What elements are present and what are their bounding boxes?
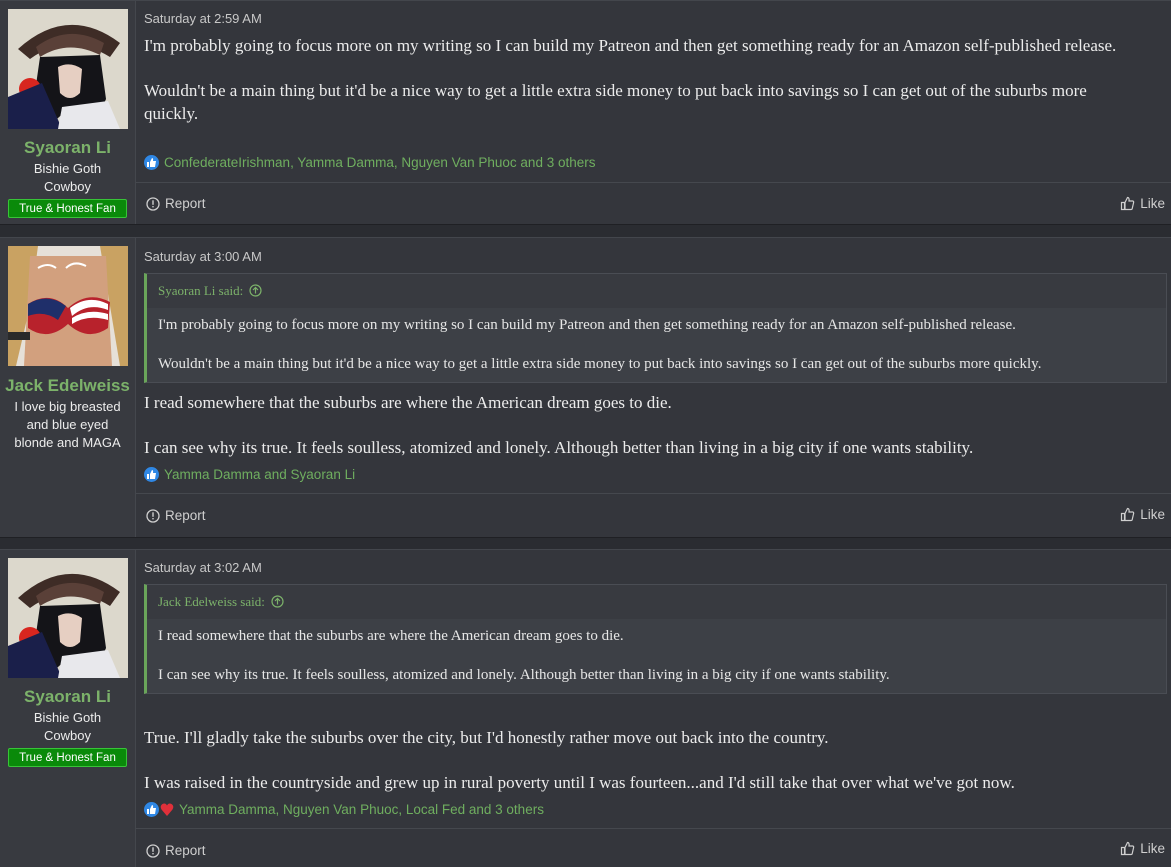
post-date[interactable]: Saturday at 3:00 AM xyxy=(144,249,262,264)
body-paragraph: I was raised in the countryside and grew… xyxy=(144,773,1015,792)
quote-line: I read somewhere that the suburbs are wh… xyxy=(158,628,624,644)
post-1-user-info: Syaoran Li Bishie Goth Cowboy True & Hon… xyxy=(0,1,136,224)
heart-icon xyxy=(160,803,174,816)
post-3-user-info: Syaoran Li Bishie Goth Cowboy True & Hon… xyxy=(0,550,136,867)
report-label: Report xyxy=(165,508,206,523)
divider xyxy=(136,828,1171,829)
user-title-line-2: Cowboy xyxy=(44,179,91,194)
quote-line: I'm probably going to focus more on my w… xyxy=(158,317,1016,333)
arrow-up-circle-icon[interactable] xyxy=(271,595,284,608)
user-title-line-2: and blue eyed xyxy=(26,417,109,432)
thumbs-up-icon xyxy=(144,802,159,817)
post-3-message: Saturday at 3:02 AM Jack Edelweiss said:… xyxy=(136,550,1171,867)
post-body: I read somewhere that the suburbs are wh… xyxy=(144,391,1141,459)
quote-author[interactable]: Jack Edelweiss said: xyxy=(158,594,265,609)
quote-header[interactable]: Jack Edelweiss said: xyxy=(147,585,1166,619)
post-1-message: Saturday at 2:59 AM I'm probably going t… xyxy=(136,1,1171,224)
like-button[interactable]: Like xyxy=(1120,841,1165,856)
user-title-line-2: Cowboy xyxy=(44,728,91,743)
username[interactable]: Syaoran Li xyxy=(0,687,135,707)
quote-block: Jack Edelweiss said: I read somewhere th… xyxy=(144,584,1167,694)
thumbs-up-icon xyxy=(144,467,159,482)
user-title-line-1: Bishie Goth xyxy=(33,710,102,725)
quote-line: I can see why its true. It feels soulles… xyxy=(158,667,890,683)
like-button[interactable]: Like xyxy=(1120,196,1165,211)
like-label: Like xyxy=(1140,507,1165,522)
avatar[interactable] xyxy=(8,9,128,129)
quote-header[interactable]: Syaoran Li said: xyxy=(147,274,1166,308)
like-icon xyxy=(1121,507,1135,522)
like-label: Like xyxy=(1140,841,1165,856)
avatar[interactable] xyxy=(8,558,128,678)
quote-line: Wouldn't be a main thing but it'd be a n… xyxy=(158,356,1042,372)
post-body: True. I'll gladly take the suburbs over … xyxy=(144,726,1141,794)
quote-block: Syaoran Li said: I'm probably going to f… xyxy=(144,273,1167,383)
report-icon xyxy=(146,196,160,211)
post-body: I'm probably going to focus more on my w… xyxy=(144,34,1141,125)
user-title-line-3: blonde and MAGA xyxy=(14,435,121,450)
user-banner: True & Honest Fan xyxy=(8,748,127,767)
username[interactable]: Syaoran Li xyxy=(0,138,135,158)
reactions-bar[interactable]: Yamma Damma and Syaoran Li xyxy=(144,467,355,482)
report-icon xyxy=(146,508,160,523)
divider xyxy=(136,182,1171,183)
post-2: Jack Edelweiss I love big breasted and b… xyxy=(0,237,1171,538)
post-2-message: Saturday at 3:00 AM Syaoran Li said: I'm… xyxy=(136,238,1171,537)
report-button[interactable]: Report xyxy=(146,843,206,858)
thumbs-up-icon xyxy=(144,155,159,170)
report-icon xyxy=(146,843,160,858)
reactions-list[interactable]: ConfederateIrishman, Yamma Damma, Nguyen… xyxy=(164,155,595,170)
user-banner: True & Honest Fan xyxy=(8,199,127,218)
quote-content: I'm probably going to focus more on my w… xyxy=(147,308,1166,392)
quote-content: I read somewhere that the suburbs are wh… xyxy=(147,619,1166,703)
post-date[interactable]: Saturday at 3:02 AM xyxy=(144,560,262,575)
like-label: Like xyxy=(1140,196,1165,211)
username[interactable]: Jack Edelweiss xyxy=(0,376,135,396)
quote-author[interactable]: Syaoran Li said: xyxy=(158,283,243,298)
like-button[interactable]: Like xyxy=(1120,507,1165,522)
body-paragraph: True. I'll gladly take the suburbs over … xyxy=(144,728,829,747)
reactions-bar[interactable]: ConfederateIrishman, Yamma Damma, Nguyen… xyxy=(144,155,595,170)
body-paragraph: I can see why its true. It feels soulles… xyxy=(144,438,974,457)
user-title-line-1: I love big breasted xyxy=(14,399,121,414)
user-title-line-1: Bishie Goth xyxy=(33,161,102,176)
report-label: Report xyxy=(165,843,206,858)
like-icon xyxy=(1121,841,1135,856)
body-paragraph: Wouldn't be a main thing but it'd be a n… xyxy=(144,81,1087,123)
report-button[interactable]: Report xyxy=(146,508,206,523)
reactions-list[interactable]: Yamma Damma and Syaoran Li xyxy=(164,467,355,482)
reactions-bar[interactable]: Yamma Damma, Nguyen Van Phuoc, Local Fed… xyxy=(144,802,544,817)
post-3: Syaoran Li Bishie Goth Cowboy True & Hon… xyxy=(0,549,1171,867)
report-button[interactable]: Report xyxy=(146,196,206,211)
body-paragraph: I'm probably going to focus more on my w… xyxy=(144,36,1117,55)
like-icon xyxy=(1121,196,1135,211)
arrow-up-circle-icon[interactable] xyxy=(249,284,263,297)
reactions-list[interactable]: Yamma Damma, Nguyen Van Phuoc, Local Fed… xyxy=(179,802,544,817)
divider xyxy=(136,493,1171,494)
post-date[interactable]: Saturday at 2:59 AM xyxy=(144,11,262,26)
report-label: Report xyxy=(165,196,206,211)
post-1: Syaoran Li Bishie Goth Cowboy True & Hon… xyxy=(0,0,1171,225)
body-paragraph: I read somewhere that the suburbs are wh… xyxy=(144,393,672,412)
post-2-user-info: Jack Edelweiss I love big breasted and b… xyxy=(0,238,136,537)
avatar[interactable] xyxy=(8,246,128,366)
